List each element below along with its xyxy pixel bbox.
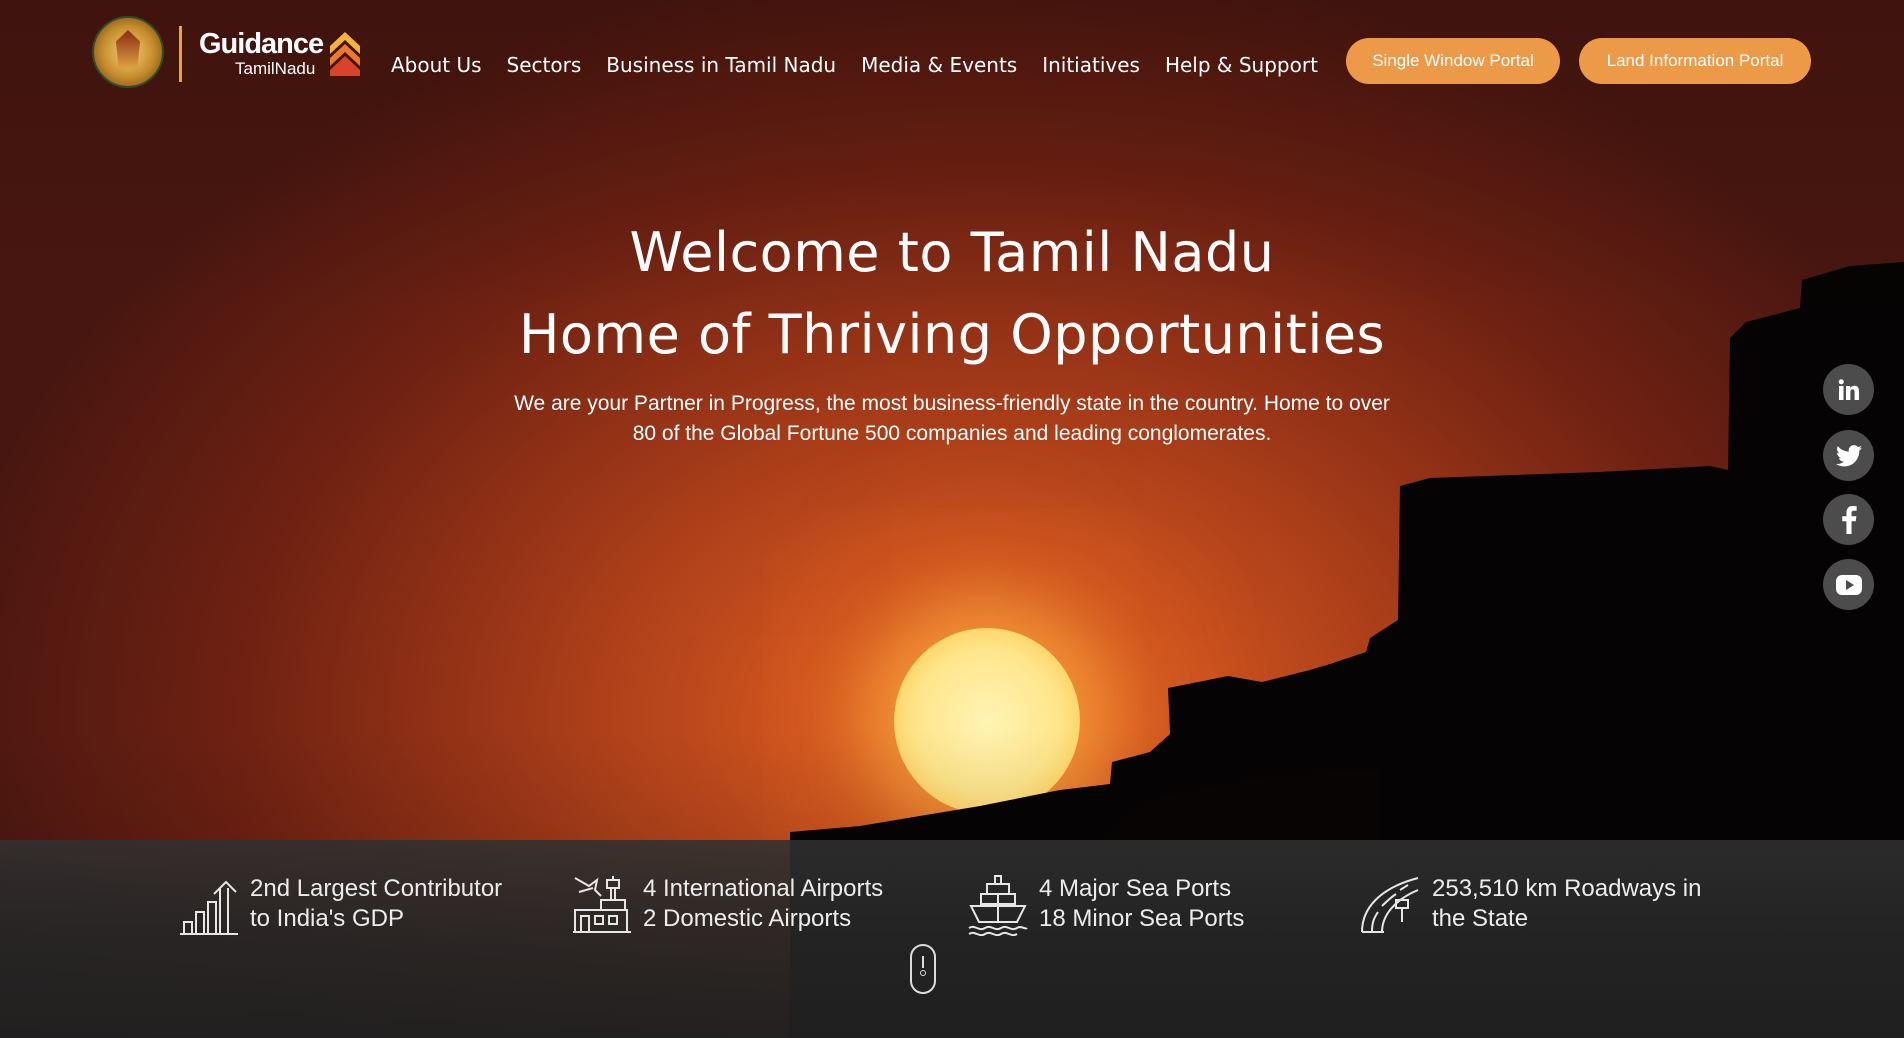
stat-gdp-line-1: 2nd Largest Contributor [250,875,503,902]
youtube-icon[interactable] [1823,559,1874,610]
nav-media-events[interactable]: Media & Events [861,53,1017,77]
stat-sea-ports-line-2: 18 Minor Sea Ports [1039,905,1245,932]
stat-airports-line-1: 4 International Airports [643,875,884,902]
stat-gdp-line-2: to India's GDP [250,905,404,932]
hero-title-line-2: Home of Thriving Opportunities [518,303,1386,366]
ship-icon [968,875,1028,936]
logo-divider [179,26,182,82]
stat-sea-ports: 4 Major Sea Ports 18 Minor Sea Ports [967,874,1244,936]
stat-roadways: 253,510 km Roadways in the State [1360,874,1701,936]
twitter-glyph [1835,444,1862,466]
government-emblem-logo [92,16,164,88]
linkedin-icon[interactable] [1823,364,1874,415]
site-header: Guidance TamilNadu About Us Sectors Busi… [0,0,1904,120]
road-icon [1361,877,1419,933]
hero-title: Welcome to Tamil Nadu Home of Thriving O… [0,212,1904,376]
nav-business-in-tamil-nadu[interactable]: Business in Tamil Nadu [606,53,836,77]
hero-description: We are your Partner in Progress, the mos… [514,392,1390,445]
nav-sectors[interactable]: Sectors [507,53,582,77]
nav-help-support[interactable]: Help & Support [1165,53,1318,77]
twitter-icon[interactable] [1823,430,1874,481]
hero-title-line-1: Welcome to Tamil Nadu [629,221,1275,284]
brand-name[interactable]: Guidance [199,30,324,59]
land-information-portal-button[interactable]: Land Information Portal [1579,38,1811,84]
nav-about-us[interactable]: About Us [391,53,482,77]
stat-gdp: 2nd Largest Contributor to India's GDP [178,874,502,936]
stat-sea-ports-line-1: 4 Major Sea Ports [1039,875,1232,902]
stats-band: 2nd Largest Contributor to India's GDP 4… [0,840,1904,1038]
stat-roadways-line-2: the State [1432,905,1529,932]
airport-icon [573,876,631,933]
growth-chart-icon [180,880,238,935]
scroll-down-indicator[interactable] [910,944,936,994]
facebook-icon[interactable] [1823,494,1874,545]
stat-airports-line-2: 2 Domestic Airports [643,905,852,932]
chevron-logo-mark-icon [330,32,360,76]
stat-airports: 4 International Airports 2 Domestic Airp… [571,874,883,936]
linkedin-glyph [1838,378,1859,400]
nav-initiatives[interactable]: Initiatives [1042,53,1140,77]
single-window-portal-button[interactable]: Single Window Portal [1346,38,1560,84]
youtube-glyph [1835,574,1862,595]
brand-subtitle: TamilNadu [235,59,316,78]
facebook-glyph [1841,505,1857,534]
main-navigation: About Us Sectors Business in Tamil Nadu … [391,53,1318,77]
stat-roadways-line-1: 253,510 km Roadways in [1432,875,1702,902]
